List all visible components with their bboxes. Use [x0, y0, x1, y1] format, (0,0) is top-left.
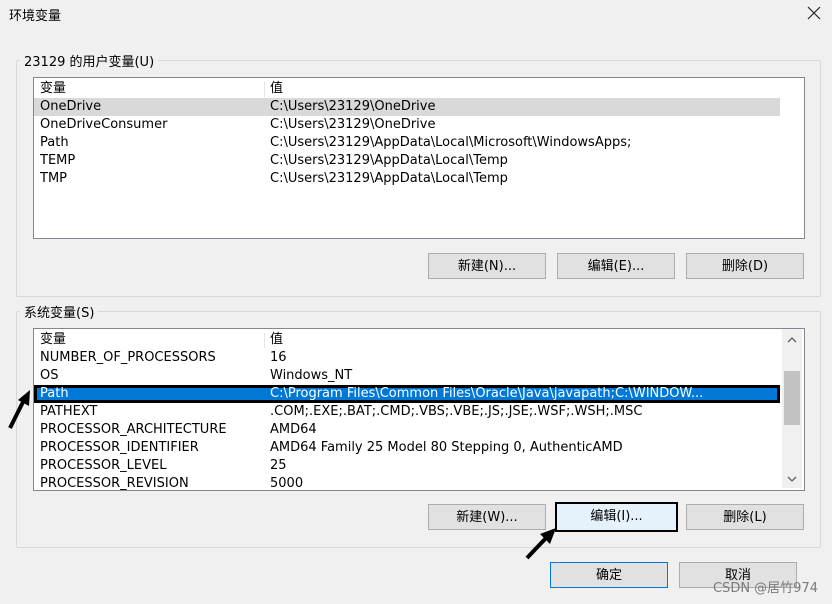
- scroll-down-icon[interactable]: [782, 470, 802, 488]
- var-name: PROCESSOR_LEVEL: [40, 458, 167, 473]
- var-value: AMD64 Family 25 Model 80 Stepping 0, Aut…: [270, 440, 623, 455]
- header-divider[interactable]: [264, 82, 265, 97]
- list-item[interactable]: NUMBER_OF_PROCESSORS 16: [34, 349, 780, 367]
- user-delete-button[interactable]: 删除(D): [686, 253, 804, 279]
- var-name: TEMP: [40, 153, 76, 168]
- header-divider[interactable]: [264, 333, 265, 348]
- var-value: 25: [270, 458, 287, 473]
- header-name[interactable]: 变量: [40, 80, 66, 98]
- list-item[interactable]: TMP C:\Users\23129\AppData\Local\Temp: [34, 170, 780, 188]
- system-variables-list[interactable]: 变量 值 NUMBER_OF_PROCESSORS 16 OS Windows_…: [33, 328, 805, 491]
- list-item[interactable]: PROCESSOR_IDENTIFIER AMD64 Family 25 Mod…: [34, 439, 780, 457]
- header-name[interactable]: 变量: [40, 331, 66, 349]
- var-value: C:\Program Files\Common Files\Oracle\Jav…: [270, 386, 704, 401]
- close-icon: [807, 6, 821, 20]
- var-name: PROCESSOR_ARCHITECTURE: [40, 422, 227, 437]
- var-name: Path: [40, 386, 69, 401]
- var-value: 5000: [270, 476, 304, 491]
- annotation-arrow-icon: [525, 528, 556, 560]
- var-value: C:\Users\23129\AppData\Local\Temp: [270, 171, 508, 186]
- system-delete-button[interactable]: 删除(L): [686, 504, 804, 530]
- vertical-scrollbar[interactable]: [782, 329, 802, 488]
- var-value: C:\Users\23129\OneDrive: [270, 99, 436, 114]
- environment-variables-dialog: 环境变量 23129 的用户变量(U) 变量 值 OneDrive C:\Use…: [0, 0, 832, 604]
- var-name: PATHEXT: [40, 404, 98, 419]
- var-value: AMD64: [270, 422, 317, 437]
- header-value[interactable]: 值: [270, 80, 283, 98]
- var-value: .COM;.EXE;.BAT;.CMD;.VBS;.VBE;.JS;.JSE;.…: [270, 404, 643, 419]
- list-item[interactable]: TEMP C:\Users\23129\AppData\Local\Temp: [34, 152, 780, 170]
- close-button[interactable]: [805, 4, 823, 22]
- var-name: NUMBER_OF_PROCESSORS: [40, 350, 216, 365]
- scroll-up-icon[interactable]: [782, 331, 802, 349]
- user-new-button[interactable]: 新建(N)...: [428, 253, 546, 279]
- var-name: TMP: [40, 171, 67, 186]
- dialog-title: 环境变量: [9, 9, 62, 24]
- ok-button[interactable]: 确定: [550, 562, 668, 588]
- var-name: OS: [40, 368, 59, 383]
- var-value: C:\Users\23129\AppData\Local\Microsoft\W…: [270, 135, 632, 150]
- var-value: Windows_NT: [270, 368, 353, 383]
- var-value: 16: [270, 350, 287, 365]
- list-item[interactable]: Path C:\Users\23129\AppData\Local\Micros…: [34, 134, 780, 152]
- var-value: C:\Users\23129\AppData\Local\Temp: [270, 153, 508, 168]
- system-edit-button[interactable]: 编辑(I)...: [555, 502, 678, 532]
- var-name: PROCESSOR_REVISION: [40, 476, 189, 491]
- user-edit-button[interactable]: 编辑(E)...: [557, 253, 675, 279]
- list-item[interactable]: PROCESSOR_ARCHITECTURE AMD64: [34, 421, 780, 439]
- system-variables-label: 系统变量(S): [20, 302, 99, 321]
- list-item[interactable]: OneDriveConsumer C:\Users\23129\OneDrive: [34, 116, 780, 134]
- user-variables-label: 23129 的用户变量(U): [20, 51, 159, 70]
- list-header: 变量 值: [34, 331, 780, 349]
- list-item[interactable]: PROCESSOR_LEVEL 25: [34, 457, 780, 475]
- var-name: Path: [40, 135, 69, 150]
- header-value[interactable]: 值: [270, 331, 283, 349]
- watermark: CSDN @居竹974: [712, 581, 818, 596]
- var-value: C:\Users\23129\OneDrive: [270, 117, 436, 132]
- scrollbar-thumb[interactable]: [784, 371, 800, 425]
- var-name: OneDriveConsumer: [40, 117, 168, 132]
- list-item-selected[interactable]: Path C:\Program Files\Common Files\Oracl…: [34, 385, 780, 403]
- list-item[interactable]: OneDrive C:\Users\23129\OneDrive: [34, 98, 780, 116]
- list-item[interactable]: OS Windows_NT: [34, 367, 780, 385]
- list-item[interactable]: PROCESSOR_REVISION 5000: [34, 475, 780, 491]
- var-name: OneDrive: [40, 99, 102, 114]
- user-variables-list[interactable]: 变量 值 OneDrive C:\Users\23129\OneDrive On…: [33, 77, 805, 239]
- list-header: 变量 值: [34, 80, 780, 98]
- var-name: PROCESSOR_IDENTIFIER: [40, 440, 199, 455]
- annotation-arrow-icon: [8, 390, 30, 429]
- list-item[interactable]: PATHEXT .COM;.EXE;.BAT;.CMD;.VBS;.VBE;.J…: [34, 403, 780, 421]
